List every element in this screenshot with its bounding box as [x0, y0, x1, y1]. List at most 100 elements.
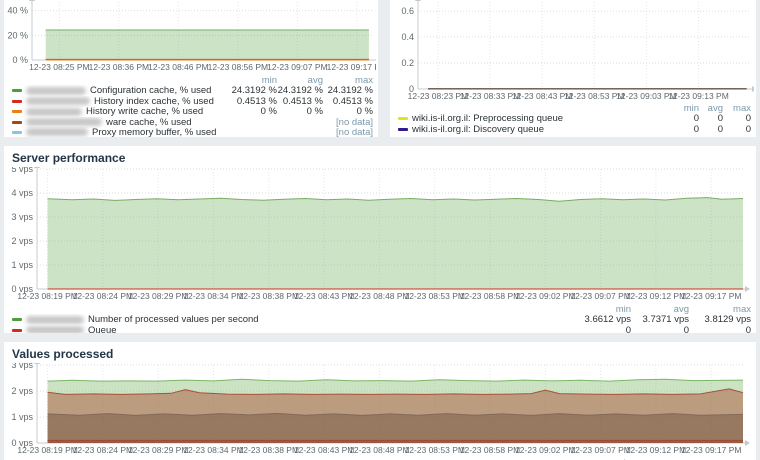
x-tick-label: 12-23 08:36 PM — [89, 62, 149, 72]
series-color-swatch — [12, 329, 22, 332]
legend-max-value: 0 % — [323, 106, 373, 117]
legend-max-value: 24.3192 % — [323, 85, 373, 96]
legend-avg-value: 24.3192 % — [277, 85, 323, 96]
legend-avg-value: 0 % — [277, 106, 323, 117]
y-tick-label: 0 % — [12, 55, 28, 65]
series-color-swatch — [398, 117, 408, 120]
legend-column-header: min — [673, 103, 699, 114]
x-tick-label: 12-23 08:48 PM — [349, 445, 409, 455]
internal-queues-chart[interactable]: 12-23 08:23 PM12-23 08:33 PM12-23 08:43 … — [390, 0, 754, 102]
legend-label: Proxy memory buffer, % used — [92, 127, 216, 137]
legend-row: ware cache, % used[no data] — [10, 117, 373, 127]
legend-column-header: avg — [631, 304, 689, 315]
y-tick-label: 0 vps — [11, 284, 33, 294]
legend-label: Queue — [88, 325, 117, 333]
redacted-host — [26, 108, 82, 116]
series-color-swatch — [12, 318, 22, 321]
legend-row: History index cache, % used0.4513 %0.451… — [10, 96, 373, 106]
series-color-swatch — [398, 128, 408, 131]
legend-max-value: 0 — [723, 113, 751, 124]
y-tick-label: 0 — [409, 84, 414, 94]
x-tick-label: 12-23 08:29 PM — [128, 291, 188, 301]
legend-row: Configuration cache, % used24.3192 %24.3… — [10, 85, 373, 95]
redacted-host — [26, 87, 86, 95]
x-tick-label: 12-23 09:02 PM — [515, 445, 575, 455]
legend-avg-value: 0 — [631, 325, 689, 333]
legend-row: wiki.is-il.org.il: Discovery queue000 — [396, 124, 751, 134]
y-axis-arrow-icon — [34, 167, 40, 168]
y-tick-label: 0.4 — [401, 32, 414, 42]
series-area — [48, 198, 743, 289]
legend-row: Proxy memory buffer, % used[no data] — [10, 127, 373, 137]
widget-server-performance: Server performance 12-23 08:19 PM12-23 0… — [4, 146, 756, 333]
x-tick-label: 12-23 09:07 PM — [570, 291, 630, 301]
y-tick-label: 0.6 — [401, 6, 414, 16]
redacted-host — [26, 118, 102, 126]
x-tick-label: 12-23 08:34 PM — [183, 291, 243, 301]
y-tick-label: 4 vps — [11, 188, 33, 198]
y-tick-label: 2 vps — [11, 386, 33, 396]
x-tick-label: 12-23 08:38 PM — [239, 291, 299, 301]
y-tick-label: 1 vps — [11, 412, 33, 422]
x-tick-label: 12-23 08:34 PM — [183, 445, 243, 455]
series-color-swatch — [12, 131, 22, 134]
values-processed-chart[interactable]: 12-23 08:19 PM12-23 08:24 PM12-23 08:29 … — [7, 363, 751, 457]
legend-column-header: max — [323, 75, 373, 86]
legend-min-value: 0 — [571, 325, 631, 333]
legend-avg-value: 0 — [699, 124, 723, 135]
x-tick-label: 12-23 09:17 PM — [327, 62, 376, 72]
server-performance-chart[interactable]: 12-23 08:19 PM12-23 08:24 PM12-23 08:29 … — [7, 167, 751, 303]
legend-max-value: 0 — [689, 325, 751, 333]
redacted-host — [26, 326, 84, 333]
legend-header: minavgmax — [10, 75, 373, 85]
legend-column-header: avg — [699, 103, 723, 114]
series-color-swatch — [12, 121, 22, 124]
server-performance-title: Server performance — [4, 146, 756, 167]
redacted-host — [26, 316, 84, 324]
x-tick-label: 12-23 09:17 PM — [681, 445, 741, 455]
legend-column-header: min — [229, 75, 277, 86]
x-tick-label: 12-23 08:24 PM — [73, 291, 133, 301]
x-tick-label: 12-23 09:13 PM — [668, 91, 728, 101]
x-tick-label: 12-23 08:58 PM — [460, 445, 520, 455]
legend-label: History index cache, % used — [94, 96, 214, 107]
cache-usage-chart[interactable]: 12-23 08:25 PM12-23 08:36 PM12-23 08:46 … — [4, 0, 376, 74]
widget-cache-usage: 12-23 08:25 PM12-23 08:36 PM12-23 08:46 … — [4, 0, 378, 137]
dashboard-top-row: 12-23 08:25 PM12-23 08:36 PM12-23 08:46 … — [4, 0, 756, 137]
legend-min-value: 0 — [673, 124, 699, 135]
legend-min-value: 0 — [673, 113, 699, 124]
server-performance-legend: minavgmaxNumber of processed values per … — [4, 303, 756, 333]
series-color-swatch — [12, 110, 22, 113]
x-tick-label: 12-23 08:25 PM — [29, 62, 89, 72]
x-tick-label: 12-23 08:53 PM — [404, 291, 464, 301]
legend-min-value: 0 % — [229, 106, 277, 117]
x-tick-label: 12-23 08:58 PM — [460, 291, 520, 301]
x-tick-label: 12-23 09:12 PM — [626, 445, 686, 455]
legend-avg-value: 0 — [699, 113, 723, 124]
legend-max-value: 3.8129 vps — [689, 314, 751, 325]
x-axis-arrow-icon — [752, 86, 754, 92]
internal-queues-legend: minavgmaxwiki.is-il.org.il: Preprocessin… — [390, 102, 756, 134]
legend-max-value: 0.4513 % — [323, 96, 373, 107]
legend-header: minavgmax — [396, 103, 751, 113]
x-tick-label: 12-23 08:29 PM — [128, 445, 188, 455]
x-tick-label: 12-23 08:24 PM — [73, 445, 133, 455]
legend-row: wiki.is-il.org.il: Preprocessing queue00… — [396, 113, 751, 123]
x-tick-label: 12-23 09:12 PM — [626, 291, 686, 301]
legend-row: History write cache, % used0 %0 %0 % — [10, 106, 373, 116]
redacted-host — [26, 97, 90, 105]
x-tick-label: 12-23 09:02 PM — [515, 291, 575, 301]
values-processed-title: Values processed — [4, 342, 756, 363]
legend-column-header: avg — [277, 75, 323, 86]
x-tick-label: 12-23 08:38 PM — [239, 445, 299, 455]
y-tick-label: 0 vps — [11, 438, 33, 448]
legend-label: Number of processed values per second — [88, 314, 259, 325]
cache-usage-legend: minavgmaxConfiguration cache, % used24.3… — [4, 74, 378, 137]
y-axis-arrow-icon — [29, 0, 35, 1]
y-axis-arrow-icon — [415, 0, 421, 1]
legend-column-header: max — [689, 304, 751, 315]
x-tick-label: 12-23 08:43 PM — [294, 291, 354, 301]
x-axis-arrow-icon — [745, 286, 750, 292]
legend-max-value: 0 — [723, 124, 751, 135]
y-tick-label: 20 % — [7, 30, 28, 40]
